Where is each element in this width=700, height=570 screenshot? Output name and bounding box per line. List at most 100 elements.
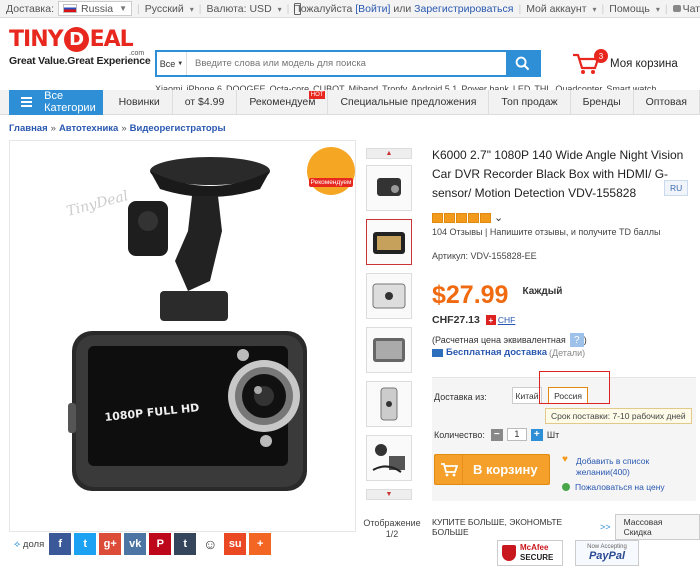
thumbnail[interactable] [366, 381, 412, 427]
search-category-select[interactable]: Все ▼ [157, 52, 187, 75]
star-icon [432, 212, 443, 223]
cart-count-badge: 3 [594, 49, 608, 63]
add-to-cart-button[interactable]: В корзину [434, 454, 550, 485]
help-icon[interactable]: ? [569, 333, 584, 347]
price: $27.99 [432, 281, 509, 309]
star-icon [468, 212, 479, 223]
twitter-icon[interactable]: t [74, 533, 97, 555]
truck-icon [432, 348, 443, 357]
breadcrumb-link[interactable]: Автотехника [59, 123, 118, 134]
all-categories-button[interactable]: Все Категории [9, 89, 103, 115]
logo-letter: A [103, 26, 121, 52]
reddit-icon[interactable]: ☺ [199, 533, 222, 555]
price-chf: CHF27.13 + CHF [432, 314, 516, 326]
reviews-link[interactable]: 104 Отзывы [432, 227, 482, 237]
product-detail: K6000 2.7" 1080P 140 Wide Angle Night Vi… [432, 146, 694, 358]
thumbnail[interactable] [366, 165, 412, 211]
chevron-down-icon: ▾ [592, 4, 597, 14]
recommend-badge: Рекомендуем [307, 147, 355, 195]
shield-icon [502, 545, 516, 561]
article-number: Артикул: VDV-155828-EE [432, 251, 537, 261]
nav-item[interactable]: Специальные предложения [328, 89, 490, 115]
tinydeal-logo[interactable]: TINYDEAL .com Great Value.Great Experien… [9, 24, 151, 67]
language-badge[interactable]: RU [664, 180, 689, 196]
chevron-down-icon: ▾ [655, 4, 660, 14]
shipping-details-link[interactable]: (Детали) [549, 348, 585, 358]
ship-from-china[interactable]: Китай [512, 387, 542, 404]
google-plus-icon[interactable]: g+ [99, 533, 122, 555]
swiss-flag-icon: + [485, 315, 496, 325]
price-complaint-link[interactable]: Пожаловаться на цену [562, 482, 665, 492]
search-icon [515, 56, 530, 71]
register-link[interactable]: Зарегистрироваться [414, 3, 513, 15]
chat-link[interactable]: Чат [672, 3, 700, 15]
breadcrumb-link[interactable]: Видеорегистраторы [130, 123, 226, 134]
chat-icon [672, 4, 681, 12]
nav-item[interactable]: Топ продаж [489, 89, 571, 115]
thumbnail[interactable] [366, 219, 412, 265]
login-link[interactable]: [Войти] [355, 3, 390, 15]
chevron-down-icon: ▾ [277, 4, 282, 14]
my-account-menu[interactable]: Мой аккаунт ▾ [526, 3, 596, 15]
thumbnail[interactable] [366, 327, 412, 373]
svg-text:TinyDeal: TinyDeal [65, 188, 130, 220]
thumbnail[interactable] [366, 435, 412, 481]
hot-badge: HOT [308, 90, 326, 99]
nav-item[interactable]: Оптовая [634, 89, 700, 115]
search-input[interactable] [187, 52, 506, 75]
quantity-minus-button[interactable]: − [490, 428, 503, 441]
thumbs-up-arrow[interactable]: ▲ [366, 148, 412, 159]
logo-letter: D [63, 26, 89, 52]
equivalent-note: (Расчетная цена эквивалентная?) [432, 333, 587, 347]
mcafee-secure-badge[interactable]: McAfee SECURE [497, 540, 563, 566]
star-icon [480, 212, 491, 223]
cart-label: Моя корзина [610, 58, 678, 70]
review-line: 104 Отзывы | Напишите отзывы, и получите… [432, 227, 661, 237]
vk-icon[interactable]: vk [124, 533, 147, 555]
breadcrumb-link[interactable]: Главная [9, 123, 48, 134]
heart-icon: ♥ [562, 454, 568, 465]
currency-select[interactable]: Валюта: USD ▾ [207, 3, 282, 15]
facebook-icon[interactable]: f [49, 533, 72, 555]
nav-item[interactable]: Бренды [571, 89, 634, 115]
more-share-icon[interactable]: + [249, 533, 272, 555]
chevron-down-icon: ▼ [119, 4, 128, 13]
cart-link[interactable]: 3 Моя корзина [572, 49, 678, 76]
top-bar: Доставка: Russia ▼ | Русский ▾ | Валюта: U… [0, 0, 700, 18]
logo-letter: Y [47, 26, 64, 52]
help-menu[interactable]: Помощь ▾ [609, 3, 660, 15]
breadcrumb: Главная» Автотехника» Видеорегистраторы [9, 123, 226, 134]
logo-letter: I [23, 26, 31, 52]
free-shipping[interactable]: Бесплатная доставка (Детали) [432, 347, 694, 358]
main-nav: Все Категории Новинки от $4.99 Рекомендуем… [0, 89, 700, 115]
thumbs-down-arrow[interactable]: ▼ [366, 489, 412, 500]
share-label: ⟡ доля [14, 538, 45, 550]
quantity-stepper: Количество: − 1 + Шт [434, 428, 560, 441]
tumblr-icon[interactable]: t [174, 533, 197, 555]
thumbnail[interactable] [366, 273, 412, 319]
country-select[interactable]: Russia ▼ [58, 1, 133, 16]
product-image[interactable]: TinyDeal TinyDeal 1080P FULL HD Рекоменд… [9, 140, 356, 532]
rating-stars[interactable]: ⌄ [432, 211, 694, 224]
nav-item[interactable]: Рекомендуем HOT [237, 89, 329, 115]
currency-code-link[interactable]: CHF [498, 315, 515, 325]
write-review-link[interactable]: Напишите отзывы, и получите TD баллы [490, 227, 661, 237]
logo-letter: N [30, 26, 48, 52]
quantity-plus-button[interactable]: + [530, 428, 543, 441]
paypal-badge[interactable]: Now Accepting PayPal [575, 540, 639, 566]
thumbnail-strip: ▲ ▼ [366, 148, 412, 506]
account-links: Пожалуйста [Войти] или Зарегистрироватьс… [293, 2, 700, 15]
star-icon [444, 212, 455, 223]
nav-item[interactable]: от $4.99 [173, 89, 238, 115]
logo-letter: T [9, 26, 24, 52]
bulk-discount-button[interactable]: Массовая Скидка [614, 514, 700, 540]
nav-item[interactable]: Новинки [107, 89, 173, 115]
price-unit: Каждый [522, 286, 563, 297]
language-select[interactable]: Русский ▾ [145, 3, 194, 15]
add-to-wishlist-link[interactable]: ♥ Добавить в список желании(400) [562, 454, 672, 478]
stumbleupon-icon[interactable]: su [224, 533, 247, 555]
purchase-panel: Доставка из: Китай Россия Срок поставки:… [432, 371, 696, 501]
pinterest-icon[interactable]: P [149, 533, 172, 555]
quantity-input[interactable]: 1 [506, 428, 527, 441]
search-button[interactable] [506, 52, 539, 75]
